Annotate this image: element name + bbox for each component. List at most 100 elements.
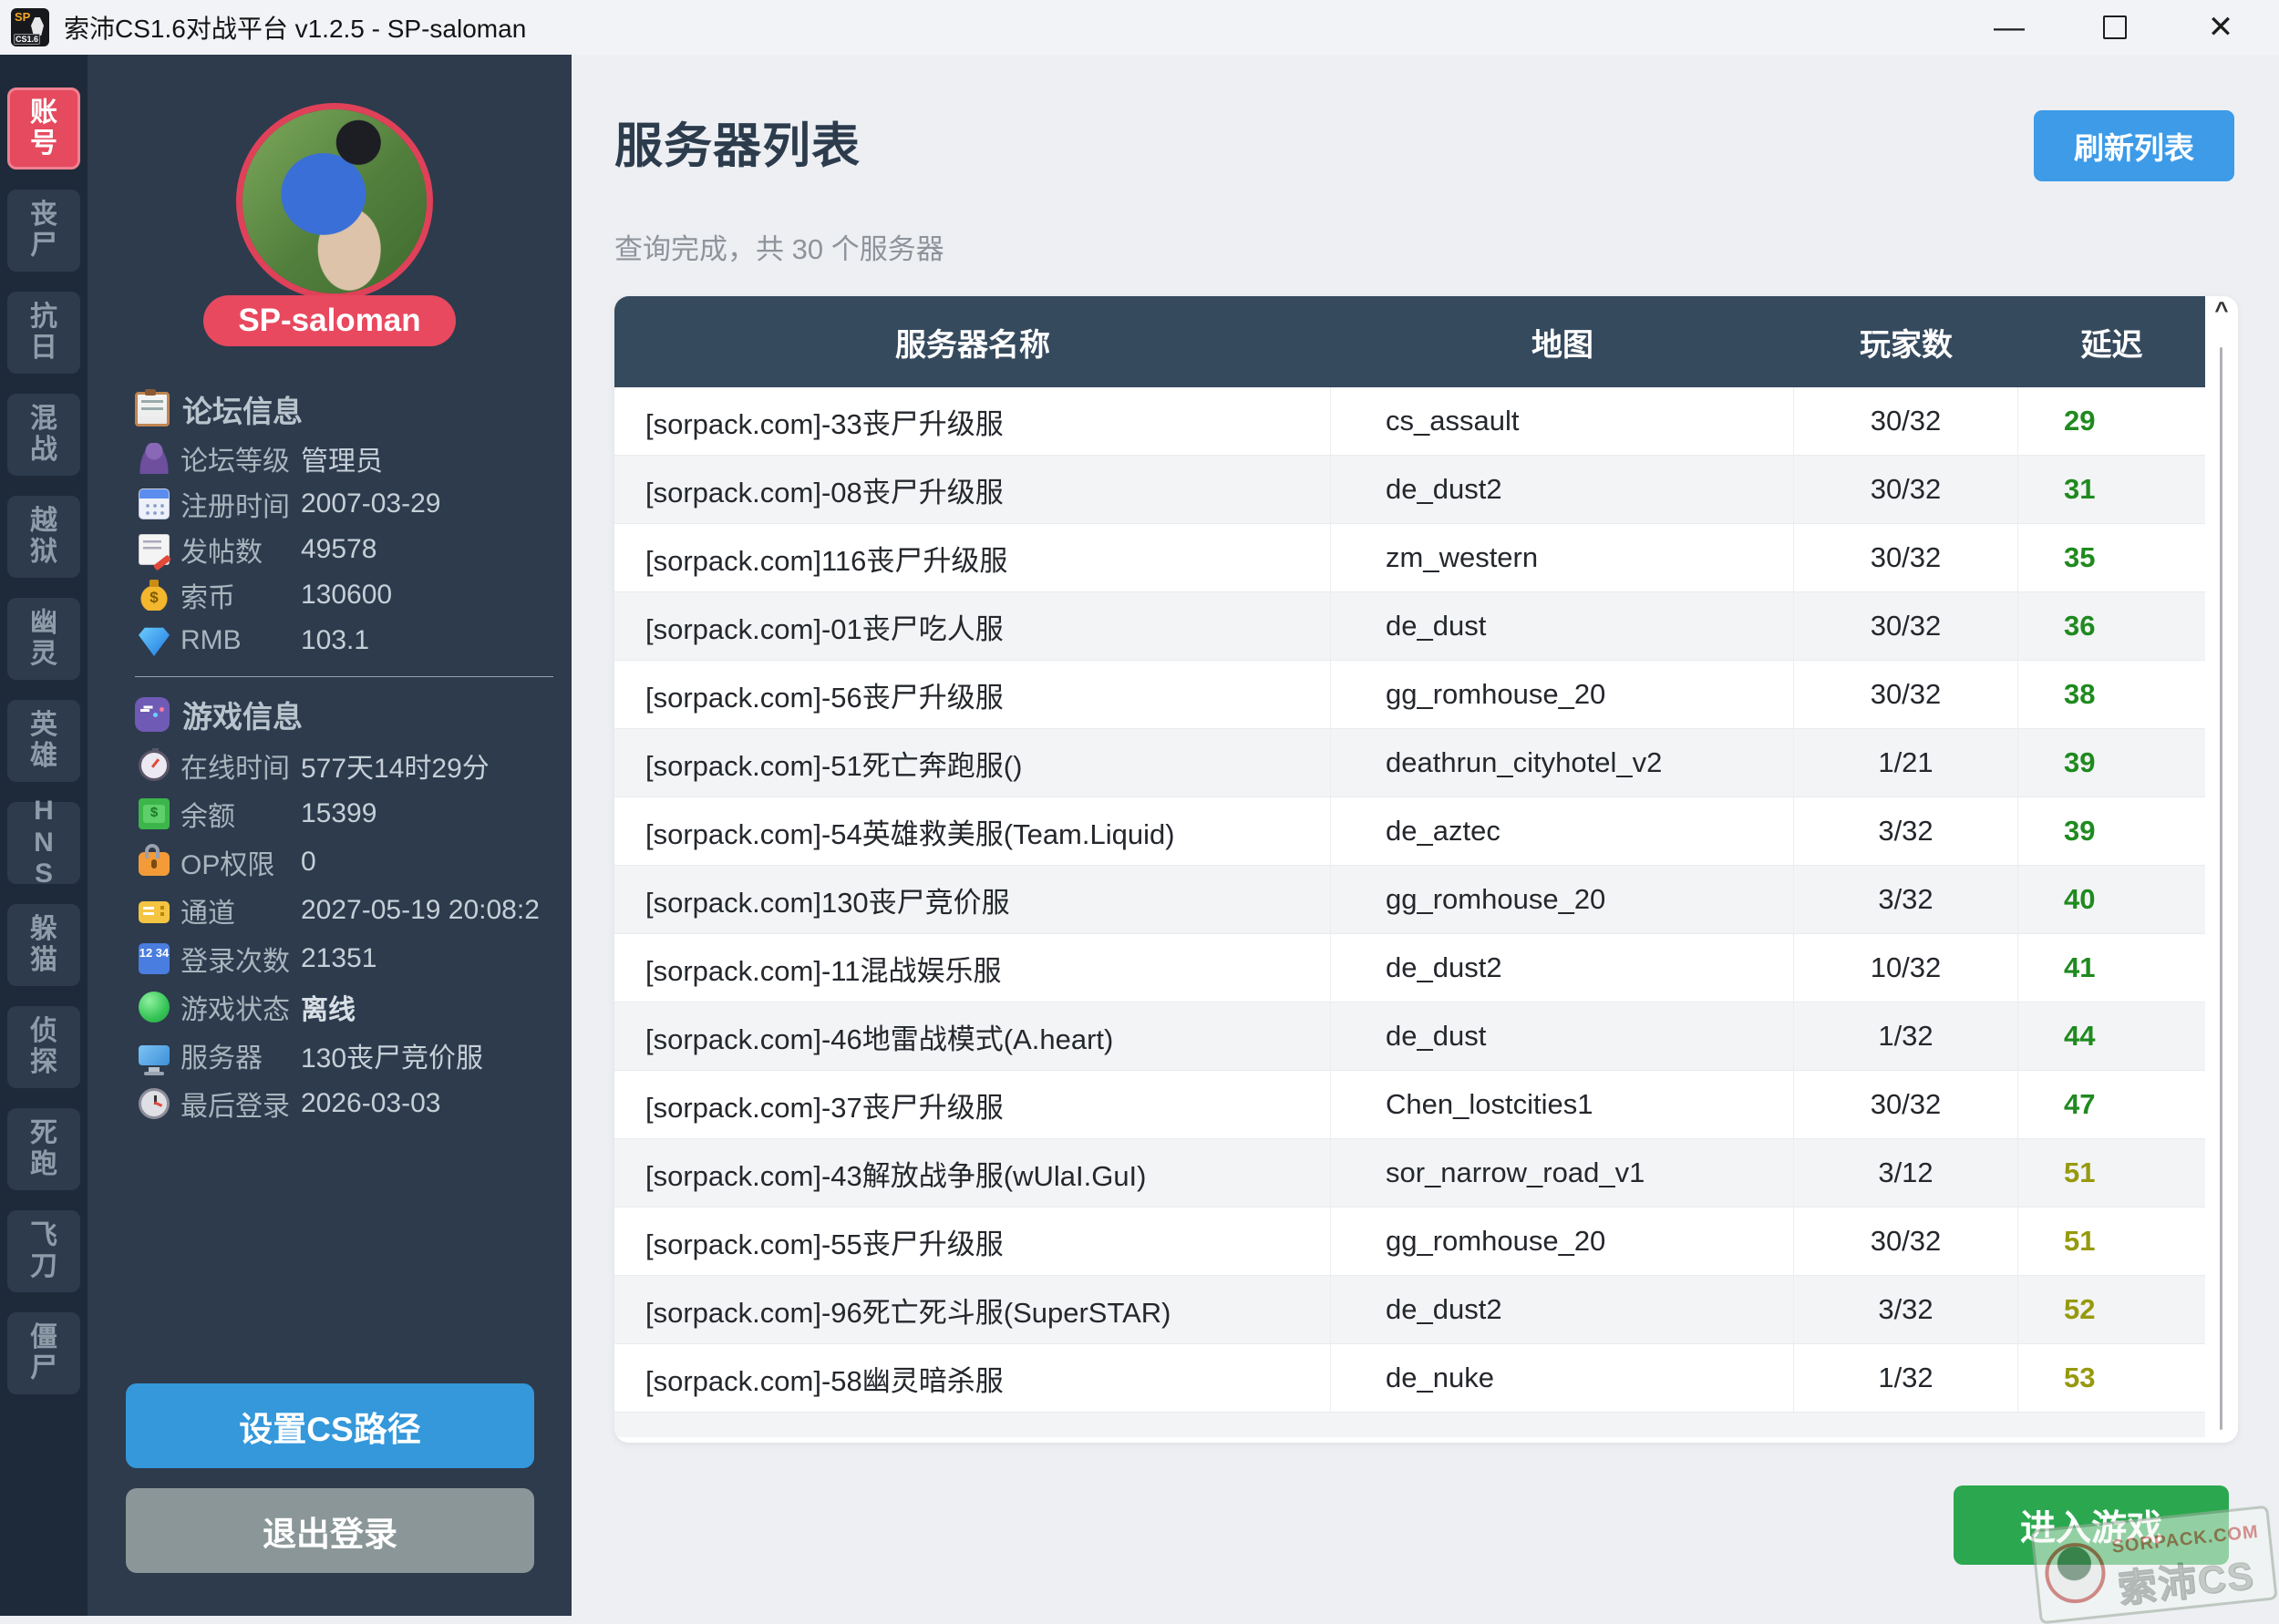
sidebar-tab-幽灵[interactable]: 幽灵: [7, 598, 80, 680]
map-cell: cs_assault: [1331, 387, 1794, 455]
server-row[interactable]: [sorpack.com]-01丧尸吃人服de_dust30/3236: [614, 592, 2205, 661]
info-row-登录次数: 12 34登录次数21351: [88, 934, 572, 982]
ticket-icon: [139, 901, 170, 923]
server-row[interactable]: [sorpack.com]130丧尸竞价服gg_romhouse_203/324…: [614, 866, 2205, 934]
table-header-row: 服务器名称地图玩家数延迟: [614, 296, 2205, 387]
server-name-cell: [sorpack.com]116丧尸升级服: [614, 524, 1331, 591]
server-row[interactable]: [sorpack.com]-96死亡死斗服(SuperSTAR)de_dust2…: [614, 1276, 2205, 1344]
ping-cell: 38: [2018, 661, 2205, 728]
server-row[interactable]: [sorpack.com]-43解放战争服(wUlaI.GuI)sor_narr…: [614, 1139, 2205, 1208]
app-logo-sp-text: SP: [15, 10, 30, 24]
sidebar-tab-混战[interactable]: 混战: [7, 394, 80, 476]
refresh-list-button[interactable]: 刷新列表: [2034, 110, 2234, 181]
cash-icon: [139, 798, 170, 829]
sidebar-tab-死跑[interactable]: 死跑: [7, 1108, 80, 1190]
map-cell: de_dust2: [1331, 456, 1794, 523]
info-label: 通道: [180, 890, 301, 930]
server-row[interactable]: [sorpack.com]-56丧尸升级服gg_romhouse_2030/32…: [614, 661, 2205, 729]
window-title: 索沛CS1.6对战平台 v1.2.5 - SP-saloman: [64, 9, 526, 46]
username-badge: SP-saloman: [203, 295, 456, 346]
info-value: 577天14时29分: [301, 745, 490, 786]
players-cell: 30/32: [1794, 524, 2018, 591]
info-label: 服务器: [180, 1035, 301, 1075]
info-row-论坛等级: 论坛等级管理员: [88, 436, 572, 481]
set-cs-path-button[interactable]: 设置CS路径: [126, 1383, 534, 1468]
players-cell: 3/32: [1794, 797, 2018, 865]
scrollbar-thumb[interactable]: [2220, 347, 2222, 1430]
info-row-在线时间: 在线时间577天14时29分: [88, 741, 572, 789]
info-value: 2007-03-29: [301, 488, 440, 519]
monitor-icon: [139, 1045, 170, 1065]
titlebar: SP CS1.6 索沛CS1.6对战平台 v1.2.5 - SP-saloman…: [0, 0, 2279, 55]
server-name-cell: [sorpack.com]-55丧尸升级服: [614, 1208, 1331, 1275]
sidebar-tab-躲猫[interactable]: 躲猫: [7, 904, 80, 986]
column-header-延迟: 延迟: [2018, 320, 2205, 365]
column-header-玩家数: 玩家数: [1794, 320, 2018, 365]
players-cell: 1/32: [1794, 1002, 2018, 1070]
table-scrollbar[interactable]: ^: [2205, 296, 2238, 1443]
ping-cell: 40: [2018, 866, 2205, 933]
map-cell: de_dust: [1331, 592, 1794, 660]
server-row[interactable]: [sorpack.com]-46地雷战模式(A.heart)de_dust1/3…: [614, 1002, 2205, 1071]
sidebar-tab-飞刀[interactable]: 飞刀: [7, 1210, 80, 1292]
info-row-最后登录: 最后登录2026-03-03: [88, 1079, 572, 1127]
sidebar-tab-账号[interactable]: 账号: [7, 87, 80, 170]
players-cell: 30/32: [1794, 456, 2018, 523]
server-row[interactable]: [sorpack.com]-11混战娱乐服de_dust210/3241: [614, 934, 2205, 1002]
scroll-up-icon[interactable]: ^: [2205, 298, 2238, 322]
sidebar-tab-越狱[interactable]: 越狱: [7, 496, 80, 578]
maximize-button[interactable]: [2093, 5, 2137, 49]
clock-icon: [139, 1088, 170, 1119]
server-name-cell: [sorpack.com]-01丧尸吃人服: [614, 592, 1331, 660]
map-cell: gg_romhouse_20: [1331, 1208, 1794, 1275]
map-cell: zm_western: [1331, 524, 1794, 591]
sidebar-tabstrip: 账号丧尸抗日混战越狱幽灵英雄 HNS 躲猫侦探死跑飞刀僵尸: [0, 55, 88, 1616]
app-logo-cs-text: CS1.6: [14, 34, 40, 45]
server-row[interactable]: [sorpack.com]-55丧尸升级服gg_romhouse_2030/32…: [614, 1208, 2205, 1276]
logout-button[interactable]: 退出登录: [126, 1488, 534, 1573]
status-text: 查询完成，共 30 个服务器: [614, 226, 944, 267]
server-row[interactable]: [sorpack.com]-37丧尸升级服Chen_lostcities130/…: [614, 1071, 2205, 1139]
watermark-roundel-icon: [2042, 1540, 2109, 1607]
players-cell: 3/32: [1794, 1276, 2018, 1343]
players-cell: 30/32: [1794, 387, 2018, 455]
sidebar-tab-僵尸[interactable]: 僵尸: [7, 1312, 80, 1394]
server-row[interactable]: [sorpack.com]-51死亡奔跑服()deathrun_cityhote…: [614, 729, 2205, 797]
ping-cell: 52: [2018, 1276, 2205, 1343]
info-value: 0: [301, 847, 316, 878]
map-cell: deathrun_cityhotel_v2: [1331, 729, 1794, 797]
game-info-header: 游戏信息: [88, 688, 572, 741]
stopwatch-icon: [139, 750, 170, 781]
window-controls: — ✕: [1987, 5, 2279, 49]
map-cell: Chen_lostcities1: [1331, 1071, 1794, 1138]
server-row[interactable]: [sorpack.com]-08丧尸升级服de_dust230/3231: [614, 456, 2205, 524]
sidebar-tab-英雄[interactable]: 英雄: [7, 700, 80, 782]
server-name-cell: [sorpack.com]130丧尸竞价服: [614, 866, 1331, 933]
server-name-cell: [sorpack.com]-33丧尸升级服: [614, 387, 1331, 455]
server-name-cell: [sorpack.com]-96死亡死斗服(SuperSTAR): [614, 1276, 1331, 1343]
server-name-cell: [sorpack.com]-37丧尸升级服: [614, 1071, 1331, 1138]
server-row[interactable]: [sorpack.com]-58幽灵暗杀服de_nuke1/3253: [614, 1344, 2205, 1413]
main-content: 服务器列表 刷新列表 查询完成，共 30 个服务器 服务器名称地图玩家数延迟 […: [572, 55, 2279, 1616]
ping-cell: 41: [2018, 934, 2205, 1002]
avatar: [236, 103, 433, 300]
sidebar-tab-丧尸[interactable]: 丧尸: [7, 190, 80, 272]
forum-info-title: 论坛信息: [182, 387, 303, 431]
column-header-地图: 地图: [1331, 320, 1794, 365]
info-value: 管理员: [301, 438, 383, 478]
avatar-photo: [242, 109, 427, 293]
column-header-服务器名称: 服务器名称: [614, 320, 1331, 365]
info-row-OP权限: OP权限0: [88, 838, 572, 886]
sidebar-tab-抗日[interactable]: 抗日: [7, 292, 80, 374]
minimize-button[interactable]: —: [1987, 5, 2031, 49]
sidebar-tab-侦探[interactable]: 侦探: [7, 1006, 80, 1088]
close-button[interactable]: ✕: [2199, 5, 2243, 49]
server-name-cell: [sorpack.com]-11混战娱乐服: [614, 934, 1331, 1002]
ping-cell: 53: [2018, 1344, 2205, 1412]
server-row[interactable]: [sorpack.com]-33丧尸升级服cs_assault30/3229: [614, 387, 2205, 456]
map-cell: gg_romhouse_20: [1331, 866, 1794, 933]
server-row[interactable]: [sorpack.com]-54英雄救美服(Team.Liquid)de_azt…: [614, 797, 2205, 866]
server-row[interactable]: [sorpack.com]116丧尸升级服zm_western30/3235: [614, 524, 2205, 592]
sidebar-tab-HNS[interactable]: HNS: [7, 802, 80, 884]
info-label: 发帖数: [180, 529, 301, 570]
